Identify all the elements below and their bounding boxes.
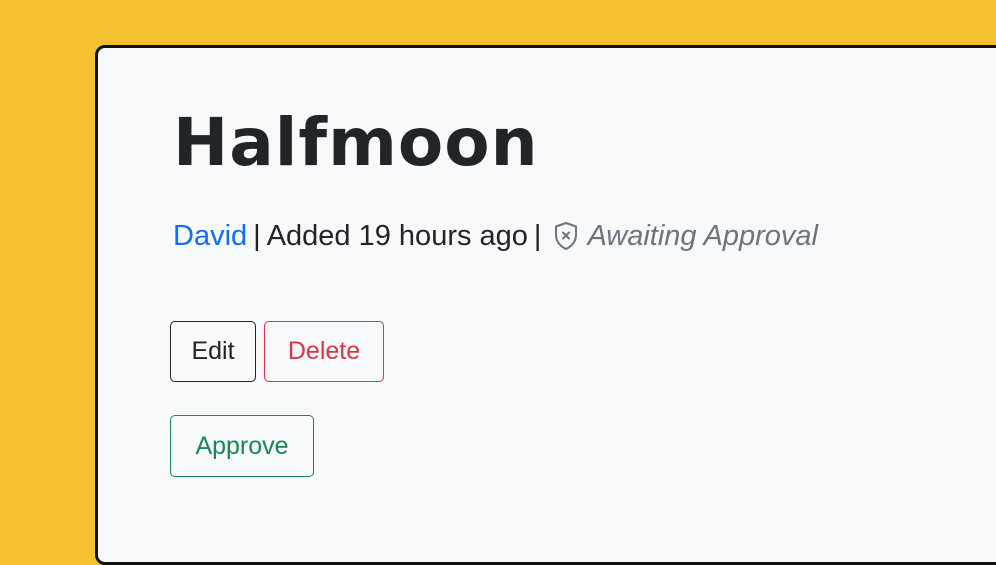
added-time: Added 19 hours ago [266,220,528,252]
post-meta: David | Added 19 hours ago | Awaiting Ap… [173,216,818,256]
approval-status: Awaiting Approval [587,220,818,252]
post-card: Halfmoon David | Added 19 hours ago | Aw… [95,45,996,565]
edit-button[interactable]: Edit [170,321,256,382]
delete-button[interactable]: Delete [264,321,384,382]
shield-x-icon [551,219,581,253]
post-title: Halfmoon [173,104,539,181]
approve-button[interactable]: Approve [170,415,314,477]
meta-separator: | [253,220,261,252]
meta-separator: | [533,220,542,252]
author-link[interactable]: David [173,216,247,256]
